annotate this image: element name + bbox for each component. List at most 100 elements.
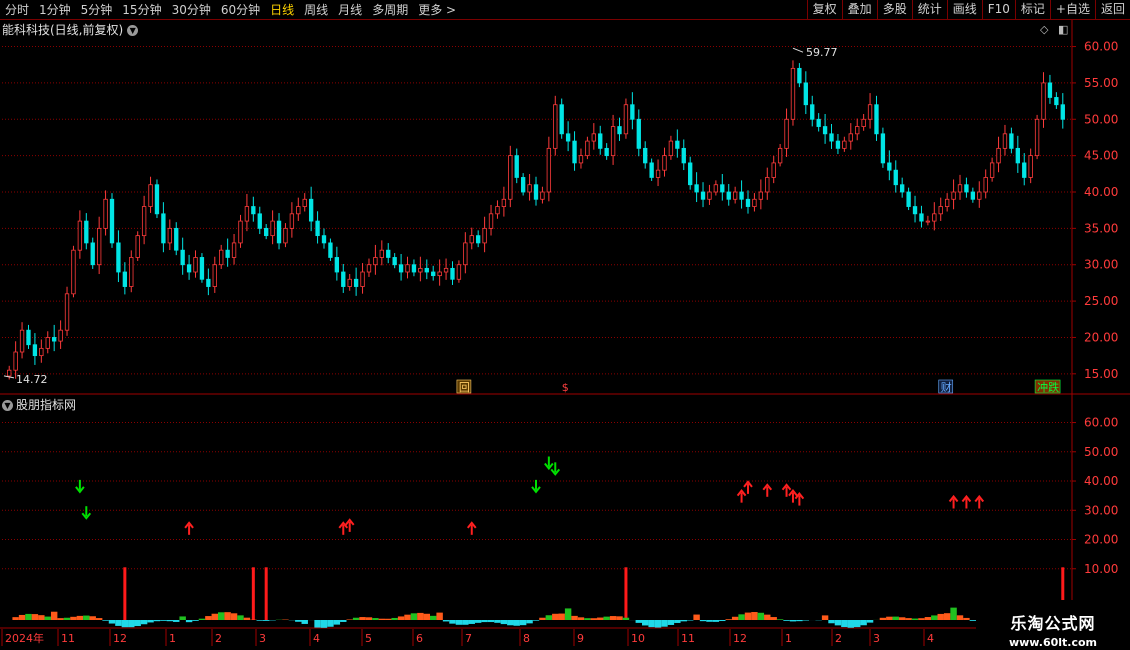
osc-bar-neg bbox=[783, 620, 790, 621]
event-marker: 回 bbox=[459, 381, 470, 394]
candle-body bbox=[77, 220, 83, 251]
osc-bar-pos bbox=[738, 614, 745, 620]
osc-bar-pos bbox=[417, 612, 424, 620]
osc-bar-pos bbox=[886, 616, 893, 620]
candle-body bbox=[488, 213, 494, 229]
osc-bar-pos bbox=[764, 614, 771, 620]
osc-bar-pos bbox=[577, 617, 585, 620]
candle-body bbox=[784, 118, 789, 149]
osc-bar-neg bbox=[121, 620, 129, 628]
osc-bar-neg bbox=[462, 620, 469, 625]
candle-body bbox=[546, 147, 552, 193]
candle-body bbox=[1015, 147, 1020, 164]
candle-body bbox=[508, 155, 513, 200]
candle-body bbox=[636, 118, 641, 149]
osc-bar-pos bbox=[584, 618, 591, 620]
osc-bar-pos bbox=[931, 615, 938, 620]
price-axis-label: 30.00 bbox=[1084, 258, 1118, 272]
candle-body bbox=[334, 257, 340, 273]
price-axis-label: 45.00 bbox=[1084, 149, 1118, 163]
candle-body bbox=[707, 191, 712, 200]
candle-body bbox=[199, 257, 205, 280]
candle-body bbox=[116, 242, 121, 273]
candle-body bbox=[893, 169, 898, 186]
candle-body bbox=[264, 227, 269, 237]
price-axis-label: 15.00 bbox=[1084, 367, 1118, 381]
candle-body bbox=[315, 220, 320, 237]
osc-bar-pos bbox=[70, 616, 77, 620]
osc-bar-neg bbox=[686, 620, 694, 621]
price-axis-label: 40.00 bbox=[1084, 185, 1118, 199]
osc-bar-neg bbox=[667, 620, 675, 625]
osc-bar-pos bbox=[956, 615, 964, 620]
osc-bar-neg bbox=[507, 620, 514, 626]
osc-bar-pos bbox=[397, 616, 405, 620]
candle-body bbox=[688, 162, 693, 186]
time-axis-label: 7 bbox=[465, 632, 472, 645]
time-axis-label: 5 bbox=[365, 632, 372, 645]
osc-bar-pos bbox=[243, 617, 251, 620]
candle-body bbox=[713, 184, 719, 193]
osc-bar-pos bbox=[776, 619, 784, 620]
time-axis-label: 6 bbox=[416, 632, 423, 645]
candle-body bbox=[668, 140, 674, 157]
osc-bar-pos bbox=[603, 616, 610, 620]
osc-bar-pos bbox=[436, 612, 443, 620]
candle-body bbox=[219, 249, 224, 266]
candle-body bbox=[321, 235, 327, 244]
candle-body bbox=[154, 184, 160, 215]
candle-body bbox=[720, 184, 725, 193]
osc-bar-pos bbox=[571, 615, 578, 620]
osc-bar-neg bbox=[674, 620, 681, 623]
osc-bar-neg bbox=[706, 620, 713, 622]
candle-body bbox=[71, 249, 76, 295]
candle-body bbox=[540, 191, 545, 200]
candle-body bbox=[308, 198, 314, 222]
candle-body bbox=[610, 126, 616, 157]
osc-bar-pos bbox=[179, 616, 186, 620]
watermark-title: 乐淘公式网 bbox=[1010, 614, 1096, 633]
candle-body bbox=[989, 162, 995, 178]
candle-body bbox=[392, 257, 397, 266]
candle-body bbox=[1054, 97, 1059, 106]
price-axis-label: 35.00 bbox=[1084, 221, 1118, 235]
osc-bar-neg bbox=[192, 620, 199, 621]
time-axis-label: 1 bbox=[169, 632, 176, 645]
candle-body bbox=[880, 133, 886, 164]
candle-body bbox=[135, 235, 140, 258]
osc-bar-pos bbox=[50, 611, 58, 620]
osc-bar-neg bbox=[648, 620, 655, 628]
osc-bar-pos bbox=[89, 616, 96, 620]
candle-body bbox=[84, 220, 89, 244]
osc-bar-pos bbox=[83, 615, 90, 620]
osc-bar-pos bbox=[230, 613, 238, 620]
candle-body bbox=[476, 235, 481, 244]
candle-body bbox=[925, 220, 931, 223]
time-axis-label: 2 bbox=[835, 632, 842, 645]
candle-body bbox=[970, 191, 976, 200]
time-axis-label: 4 bbox=[313, 632, 320, 645]
candle-body bbox=[739, 191, 744, 200]
candle-body bbox=[932, 213, 937, 222]
watermark: 乐淘公式网 www.60lt.com bbox=[976, 600, 1130, 650]
candle-body bbox=[283, 227, 288, 244]
candle-body bbox=[643, 147, 648, 164]
candle-body bbox=[527, 184, 532, 193]
osc-bar-neg bbox=[102, 620, 109, 621]
candle-body bbox=[456, 264, 462, 280]
osc-bar-neg bbox=[699, 620, 707, 622]
candle-body bbox=[559, 104, 564, 135]
candle-body bbox=[745, 198, 751, 207]
osc-bar-neg bbox=[487, 620, 495, 623]
candle-body bbox=[437, 271, 442, 277]
candle-body bbox=[360, 271, 365, 287]
candle-body bbox=[591, 133, 596, 142]
candle-body bbox=[835, 140, 841, 149]
candle-body bbox=[373, 257, 378, 266]
candle-body bbox=[874, 104, 879, 135]
candle-body bbox=[887, 162, 892, 171]
candle-body bbox=[276, 220, 282, 244]
osc-bar-pos bbox=[218, 612, 225, 620]
time-axis-label: 1 bbox=[785, 632, 792, 645]
price-axis-label: 25.00 bbox=[1084, 294, 1118, 308]
